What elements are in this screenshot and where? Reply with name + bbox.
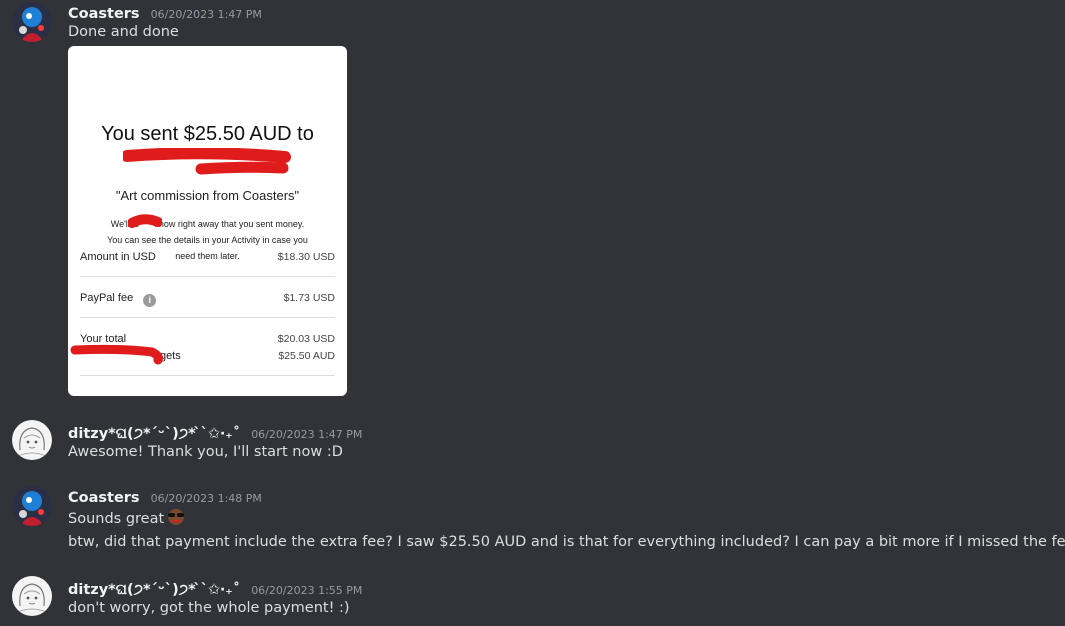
message-text: Awesome! Thank you, I'll start now :D — [68, 444, 343, 460]
redaction-mark — [123, 148, 291, 175]
desc-line: You can see the details in your Activity… — [107, 235, 308, 245]
ditzy-avatar[interactable] — [12, 576, 52, 616]
row-label: Amount in USD — [80, 251, 156, 263]
row-value: $25.50 AUD — [278, 350, 335, 362]
row-label: PayPal fee — [80, 292, 134, 304]
ditzy-avatar[interactable] — [12, 420, 52, 460]
info-icon[interactable]: i — [143, 294, 157, 307]
username[interactable]: Coasters — [68, 6, 140, 22]
divider — [80, 276, 335, 277]
sunglasses-emoji-icon — [166, 508, 186, 526]
message-header: ditzy*ଘ(੭*ˊᵕˋ)੭* ̀ˋ✩‧₊˚ 06/20/2023 1:47 … — [68, 423, 362, 442]
coasters-avatar[interactable] — [12, 2, 52, 42]
receipt-title: You sent $25.50 AUD to — [101, 123, 314, 145]
timestamp: 06/20/2023 1:47 PM — [251, 428, 363, 441]
timestamp: 06/20/2023 1:48 PM — [150, 492, 262, 505]
payment-receipt-image[interactable]: You sent $25.50 AUD to "Art commission f… — [68, 46, 347, 396]
row-value: $1.73 USD — [283, 292, 335, 304]
message-text: btw, did that payment include the extra … — [68, 534, 1065, 550]
message-header: Coasters 06/20/2023 1:48 PM — [68, 487, 262, 506]
redaction-mark — [128, 214, 162, 228]
message-header: Coasters 06/20/2023 1:47 PM — [68, 3, 262, 22]
row-value: $20.03 USD — [277, 333, 335, 345]
timestamp: 06/20/2023 1:55 PM — [251, 584, 363, 597]
message-text: Sounds great — [68, 511, 165, 527]
row-label-wrap: PayPal fee i — [80, 292, 157, 307]
redaction-mark — [70, 344, 163, 365]
message-header: ditzy*ଘ(੭*ˊᵕˋ)੭* ̀ˋ✩‧₊˚ 06/20/2023 1:55 … — [68, 579, 362, 598]
username[interactable]: ditzy*ଘ(੭*ˊᵕˋ)੭* ̀ˋ✩‧₊˚ — [68, 426, 240, 442]
coasters-avatar[interactable] — [12, 486, 52, 526]
divider — [80, 375, 335, 376]
timestamp: 06/20/2023 1:47 PM — [150, 8, 262, 21]
username[interactable]: Coasters — [68, 490, 140, 506]
row-value: $18.30 USD — [277, 251, 335, 263]
desc-line: We'll le know right away that you sent m… — [110, 219, 305, 229]
message-text-row: Sounds great — [68, 508, 186, 527]
message-text: Done and done — [68, 24, 179, 40]
divider — [80, 317, 335, 318]
payment-note: "Art commission from Coasters" — [115, 188, 300, 203]
message-text: don't worry, got the whole payment! :) — [68, 600, 350, 616]
username[interactable]: ditzy*ଘ(੭*ˊᵕˋ)੭* ̀ˋ✩‧₊˚ — [68, 582, 240, 598]
